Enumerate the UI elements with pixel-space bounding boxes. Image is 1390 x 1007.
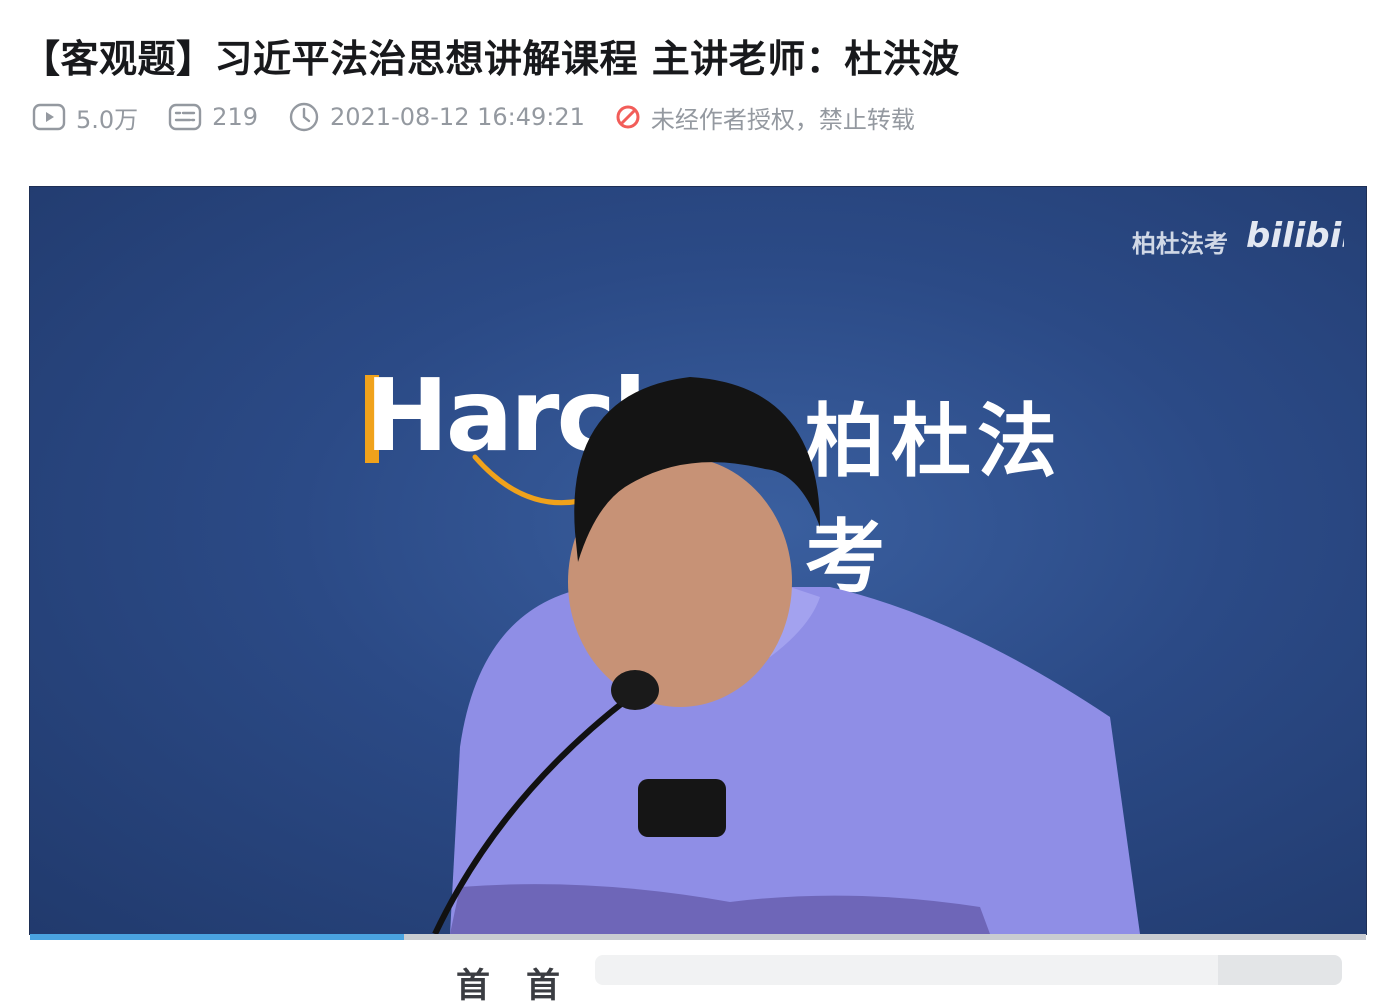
danmaku-count-text: 219 (212, 103, 258, 131)
publish-time-text: 2021-08-12 16:49:21 (329, 103, 585, 131)
video-player[interactable]: 柏杜法考 bilibili Harch 柏杜法考 (29, 186, 1367, 935)
partial-glyph-2: 首 (526, 966, 560, 1006)
view-count-text: 5.0万 (76, 105, 139, 134)
copyright-notice: 未经作者授权，禁止转载 (615, 100, 915, 135)
speaker-figure (432, 377, 1140, 934)
danmaku-count: 219 (168, 102, 258, 132)
danmaku-send-button[interactable] (1218, 955, 1342, 985)
publish-time: 2021-08-12 16:49:21 (288, 101, 585, 133)
video-meta: 5.0万 219 2021-08-12 16:49:21 未经作者授权，禁止转载 (32, 98, 915, 136)
clock-icon (289, 102, 319, 132)
view-count: 5.0万 (32, 100, 138, 135)
danmaku-icon (168, 103, 202, 131)
copyright-notice-text: 未经作者授权，禁止转载 (650, 105, 915, 134)
danmaku-input[interactable] (595, 955, 1220, 985)
no-reprint-icon (616, 105, 640, 129)
play-count-icon (32, 103, 66, 131)
video-title: 【客观题】习近平法治思想讲解课程 主讲老师：杜洪波 (22, 37, 960, 81)
partial-glyph-1: 首 (456, 966, 490, 1006)
